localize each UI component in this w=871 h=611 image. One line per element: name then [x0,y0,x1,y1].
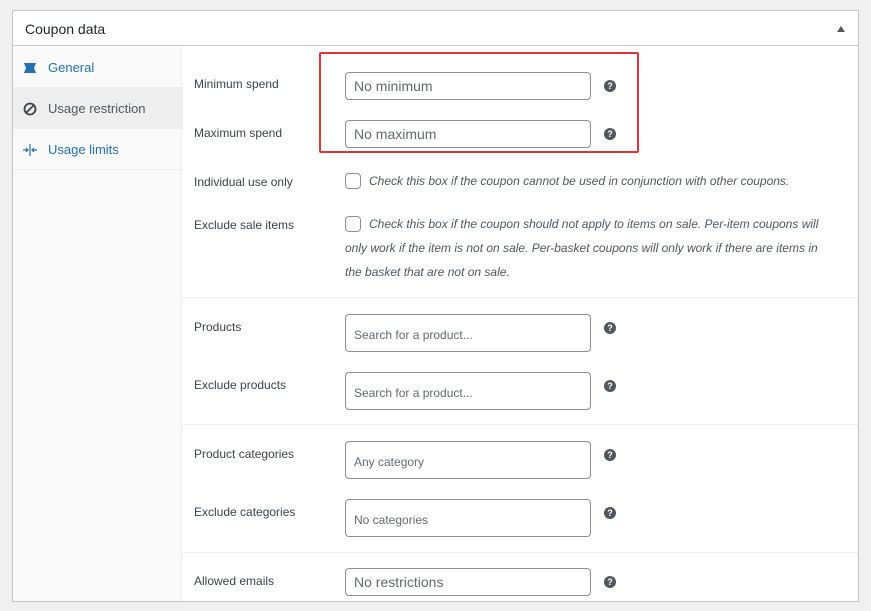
no-entry-icon [23,102,37,116]
coupon-tabs: General Usage restriction Usage limits [13,47,183,601]
individual-use-description: Check this box if the coupon cannot be u… [369,174,790,188]
tab-usage-restriction-label: Usage restriction [48,101,146,116]
ticket-icon [24,63,36,73]
exclude-sale-description: Check this box if the coupon should not … [345,217,819,279]
collapse-toggle-icon[interactable] [837,26,845,32]
tab-general[interactable]: General [13,47,182,88]
exclude-sale-label: Exclude sale items [194,218,295,232]
individual-use-label: Individual use only [194,175,293,189]
help-icon[interactable]: ? [604,380,616,392]
exclude-categories-placeholder: No categories [354,513,429,527]
products-search[interactable]: Search for a product... [345,314,591,352]
exclude-categories-select[interactable]: No categories [345,499,591,537]
tab-usage-limits[interactable]: Usage limits [13,129,182,170]
panel-header: Coupon data [13,11,858,46]
exclude-products-search[interactable]: Search for a product... [345,372,591,410]
divider [183,552,858,553]
product-categories-placeholder: Any category [354,455,425,469]
divider [183,297,858,298]
exclude-categories-label: Exclude categories [194,505,296,519]
divider [183,424,858,425]
products-search-placeholder: Search for a product... [354,328,473,342]
coupon-data-panel: Coupon data General Usage restriction Us… [12,10,859,602]
panel-title: Coupon data [25,21,106,37]
minimum-spend-input[interactable] [345,72,591,100]
maximum-spend-input[interactable] [345,120,591,148]
allowed-emails-input[interactable] [345,568,591,596]
minimum-spend-label: Minimum spend [194,77,279,91]
exclude-products-label: Exclude products [194,378,287,392]
product-categories-label: Product categories [194,447,295,461]
help-icon[interactable]: ? [604,80,616,92]
arrows-icon [23,144,37,156]
tab-usage-restriction[interactable]: Usage restriction [13,88,183,129]
help-icon[interactable]: ? [604,322,616,334]
tab-usage-limits-label: Usage limits [48,142,119,157]
exclude-products-search-placeholder: Search for a product... [354,386,473,400]
products-label: Products [194,320,242,334]
help-icon[interactable]: ? [604,128,616,140]
product-categories-select[interactable]: Any category [345,441,591,479]
tab-general-label: General [48,60,95,75]
usage-restriction-panel: Minimum spend ? Maximum spend ? Individu… [183,47,858,601]
help-icon[interactable]: ? [604,449,616,461]
help-icon[interactable]: ? [604,507,616,519]
help-icon[interactable]: ? [604,576,616,588]
allowed-emails-label: Allowed emails [194,574,275,588]
maximum-spend-label: Maximum spend [194,126,283,140]
